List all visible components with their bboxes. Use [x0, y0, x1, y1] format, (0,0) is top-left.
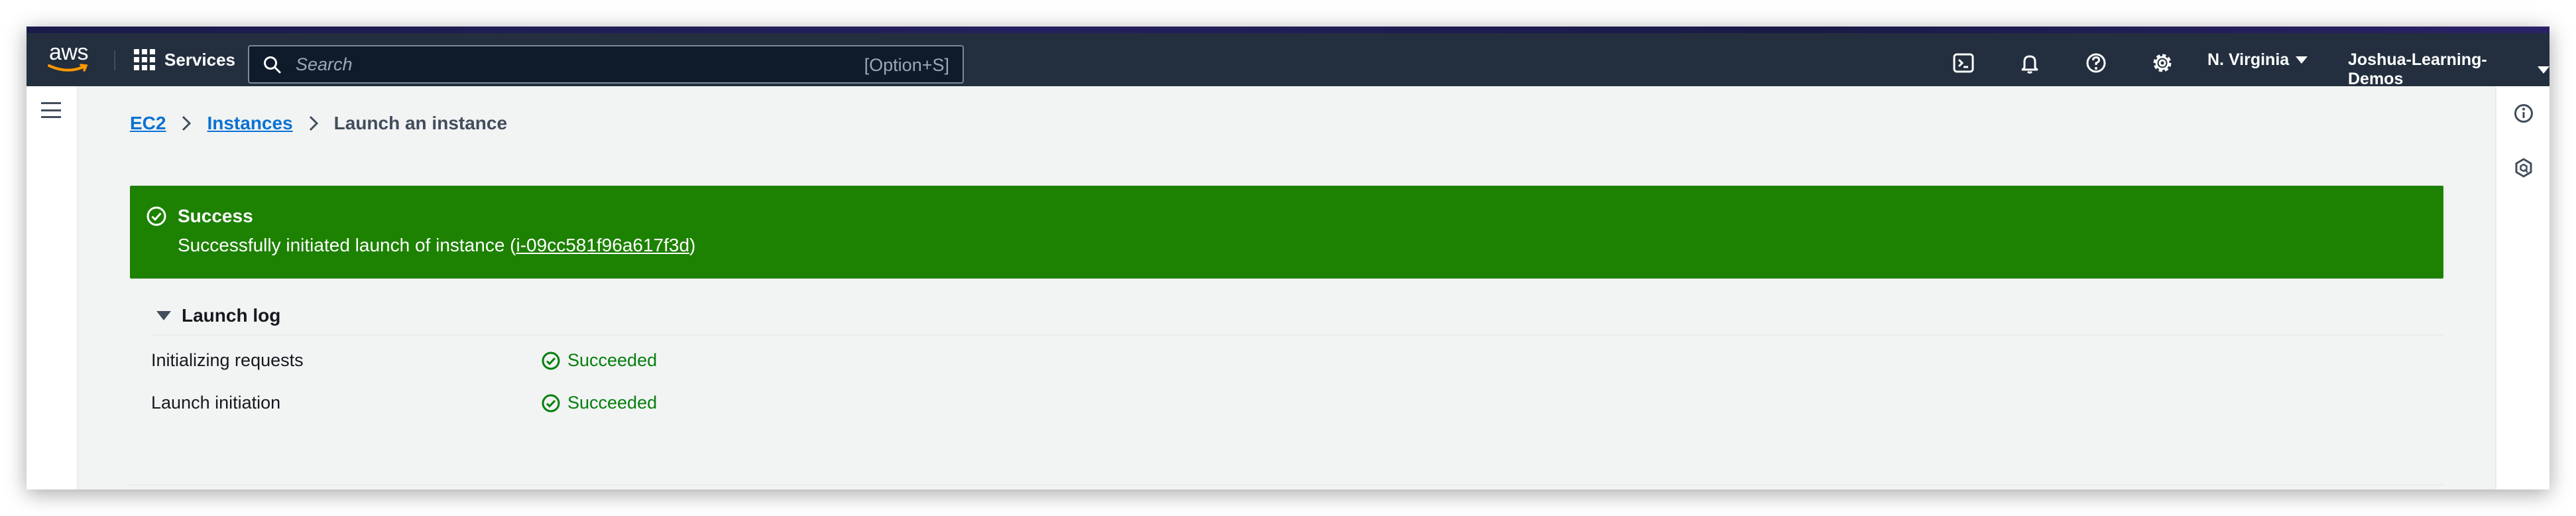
info-icon — [2514, 104, 2533, 123]
success-check-icon — [542, 394, 560, 412]
log-step-status: Succeeded — [541, 350, 657, 371]
search-shortcut-hint: [Option+S] — [864, 55, 949, 75]
menu-icon[interactable] — [41, 102, 61, 118]
hexagon-assistant-icon — [2515, 158, 2532, 178]
flash-title: Success — [178, 206, 253, 226]
search-bar[interactable]: [Option+S] — [248, 45, 964, 84]
search-icon — [264, 56, 281, 74]
caret-down-icon — [156, 311, 171, 320]
browser-window: aws Services [Option+S] — [27, 27, 2549, 489]
breadcrumb-current: Launch an instance — [333, 113, 508, 133]
account-label: Joshua-Learning-Demos — [2348, 50, 2487, 88]
settings-button[interactable] — [2149, 50, 2176, 76]
flash-message-suffix: ) — [689, 235, 696, 255]
breadcrumb-instances-link[interactable]: Instances — [207, 113, 292, 134]
success-flash-banner: Success Successfully initiated launch of… — [130, 186, 2443, 279]
main-content: EC2 Instances Launch an instance Success… — [78, 86, 2495, 489]
caret-down-icon — [2296, 56, 2308, 64]
bell-icon — [2021, 55, 2038, 74]
services-menu-button[interactable]: Services — [134, 46, 235, 73]
right-utility-rail — [2495, 86, 2549, 489]
account-menu[interactable]: Joshua-Learning-Demos — [2348, 50, 2549, 89]
region-label: N. Virginia — [2207, 50, 2290, 69]
status-text: Succeeded — [567, 350, 658, 370]
cloudshell-icon — [1953, 53, 1974, 73]
gear-icon — [2153, 54, 2172, 72]
aws-smile-icon — [48, 64, 88, 72]
aws-logo-text: aws — [49, 40, 88, 65]
log-step-status: Succeeded — [541, 393, 657, 413]
success-check-icon — [542, 352, 560, 369]
help-icon — [2086, 53, 2106, 73]
breadcrumb: EC2 Instances Launch an instance — [130, 113, 507, 134]
window-top-strip — [27, 27, 2549, 33]
aws-logo[interactable]: aws — [46, 38, 91, 76]
region-selector[interactable]: N. Virginia — [2207, 50, 2308, 70]
services-grid-icon — [134, 49, 155, 70]
caret-down-icon — [2538, 66, 2549, 74]
side-navigation — [27, 86, 78, 489]
status-text: Succeeded — [567, 393, 658, 413]
help-button[interactable] — [2083, 50, 2109, 76]
search-input[interactable] — [296, 52, 826, 77]
instance-id-link[interactable]: i-09cc581f96a617f3d — [516, 235, 690, 255]
amazon-q-button[interactable] — [2512, 157, 2535, 179]
launch-log-row: Launch initiation Succeeded — [151, 389, 2443, 415]
cloudshell-button[interactable] — [1950, 50, 1977, 76]
info-panel-button[interactable] — [2512, 102, 2535, 125]
services-label: Services — [164, 49, 235, 70]
log-step-label: Initializing requests — [151, 350, 304, 370]
flash-message: Successfully initiated launch of instanc… — [178, 235, 695, 256]
notifications-button[interactable] — [2017, 50, 2043, 76]
log-step-label: Launch initiation — [151, 393, 281, 413]
divider — [151, 334, 2443, 336]
success-check-icon — [146, 206, 166, 226]
topbar-divider — [114, 50, 115, 70]
chevron-right-icon — [309, 115, 318, 131]
aws-top-navigation: aws Services [Option+S] — [27, 33, 2549, 89]
launch-log-toggle[interactable]: Launch log — [156, 305, 280, 326]
launch-log-row: Initializing requests Succeeded — [151, 346, 2443, 373]
chevron-right-icon — [182, 115, 192, 131]
launch-log-title: Launch log — [182, 305, 281, 326]
breadcrumb-ec2-link[interactable]: EC2 — [130, 113, 166, 134]
flash-message-prefix: Successfully initiated launch of instanc… — [178, 235, 516, 255]
section-divider — [130, 484, 2443, 485]
